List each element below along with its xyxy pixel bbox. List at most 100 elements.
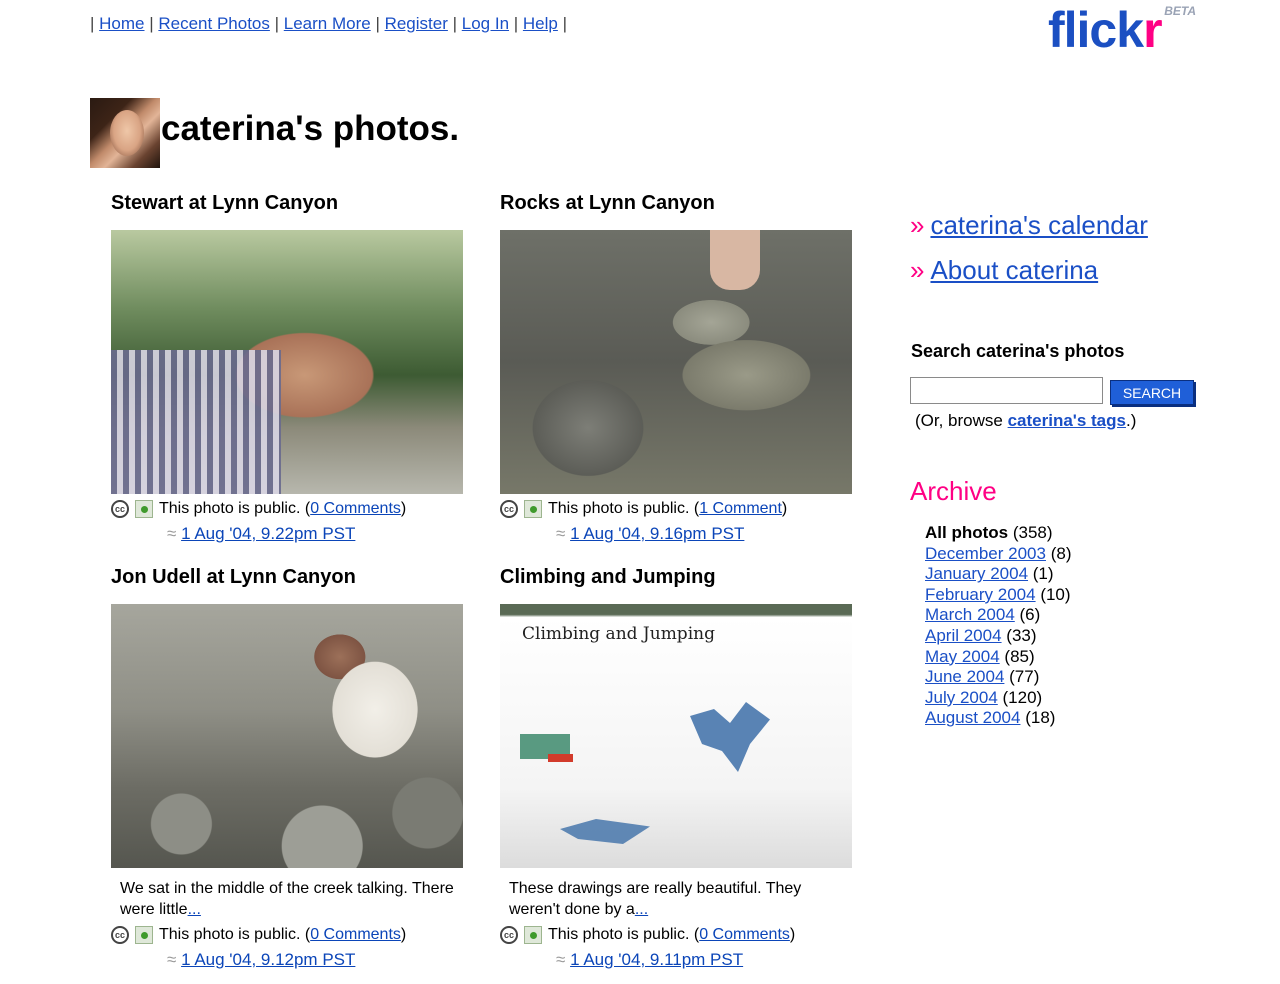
photo-meta: cc This photo is public. (0 Comments) (111, 926, 463, 944)
archive-month-link[interactable]: July 2004 (925, 688, 998, 707)
photo-card: Jon Udell at Lynn Canyon We sat in the m… (111, 566, 463, 970)
photo-title: Jon Udell at Lynn Canyon (111, 566, 356, 588)
nav-separator: | (513, 14, 523, 33)
nav-login-link[interactable]: Log In (462, 14, 509, 33)
sidebar-links: » caterina's calendar » About caterina (910, 203, 1148, 293)
creative-commons-icon: cc (111, 926, 129, 944)
comments-link[interactable]: 0 Comments (699, 926, 790, 943)
search-input[interactable] (910, 377, 1103, 404)
photo-card: Stewart at Lynn Canyon cc This photo is … (111, 192, 463, 544)
privacy-text: This photo is public. ( (159, 500, 311, 517)
read-more-link[interactable]: ... (635, 901, 648, 918)
nav-separator: | (562, 14, 568, 33)
archive-month-link[interactable]: April 2004 (925, 626, 1002, 645)
privacy-text: This photo is public. ( (548, 926, 700, 943)
read-more-link[interactable]: ... (188, 901, 201, 918)
flickr-logo[interactable]: flickr BETA (1048, 2, 1198, 58)
about-link[interactable]: About caterina (930, 255, 1098, 285)
search-button[interactable]: SEARCH (1110, 380, 1194, 405)
public-icon (524, 926, 542, 944)
wave-icon: ≈ (556, 524, 566, 543)
photo-meta: cc This photo is public. (0 Comments) (111, 500, 463, 518)
photo-image[interactable] (500, 230, 852, 494)
archive-month-link[interactable]: January 2004 (925, 564, 1028, 583)
archive-month-link[interactable]: June 2004 (925, 667, 1004, 686)
archive-item: December 2003 (8) (925, 543, 1072, 563)
page-title: caterina's photos. (161, 109, 460, 148)
public-icon (524, 500, 542, 518)
nav-separator: | (452, 14, 462, 33)
date-link[interactable]: 1 Aug '04, 9.16pm PST (570, 524, 744, 543)
beta-badge: BETA (1164, 4, 1196, 18)
archive-item: All photos (358) (925, 523, 1053, 542)
archive-month-link[interactable]: May 2004 (925, 647, 1000, 666)
nav-separator: | (274, 14, 284, 33)
search-label: Search caterina's photos (911, 341, 1125, 361)
archive-item: May 2004 (85) (925, 646, 1035, 666)
nav-separator: | (375, 14, 385, 33)
archive-item: June 2004 (77) (925, 667, 1040, 687)
photo-image[interactable] (111, 230, 463, 494)
photo-title: Rocks at Lynn Canyon (500, 192, 715, 214)
photo-date: ≈ 1 Aug '04, 9.11pm PST (500, 950, 852, 970)
privacy-text: This photo is public. ( (548, 500, 700, 517)
calendar-link[interactable]: caterina's calendar (930, 210, 1147, 240)
photo-date: ≈ 1 Aug '04, 9.16pm PST (500, 524, 852, 544)
comments-link[interactable]: 0 Comments (310, 500, 401, 517)
nav-separator: | (90, 14, 100, 33)
creative-commons-icon: cc (500, 926, 518, 944)
public-icon (135, 500, 153, 518)
archive-all-label: All photos (925, 523, 1009, 542)
nav-help-link[interactable]: Help (523, 14, 558, 33)
creative-commons-icon: cc (500, 500, 518, 518)
archive-item: August 2004 (18) (925, 708, 1056, 728)
comments-link[interactable]: 1 Comment (699, 500, 782, 517)
privacy-text: This photo is public. ( (159, 926, 311, 943)
wave-icon: ≈ (167, 524, 177, 543)
comments-link[interactable]: 0 Comments (310, 926, 401, 943)
date-link[interactable]: 1 Aug '04, 9.22pm PST (181, 524, 355, 543)
browse-tags: (Or, browse caterina's tags.) (915, 411, 1137, 430)
photo-title: Climbing and Jumping (500, 566, 716, 588)
date-link[interactable]: 1 Aug '04, 9.11pm PST (570, 950, 743, 969)
archive-item: July 2004 (120) (925, 687, 1043, 707)
archive-item: April 2004 (33) (925, 625, 1037, 645)
sign-text: Climbing and Jumping (522, 624, 715, 644)
archive-month-link[interactable]: February 2004 (925, 585, 1036, 604)
avatar[interactable] (90, 98, 160, 168)
photo-meta: cc This photo is public. (0 Comments) (500, 926, 852, 944)
photo-title: Stewart at Lynn Canyon (111, 192, 339, 214)
wave-icon: ≈ (167, 950, 177, 969)
nav-register-link[interactable]: Register (385, 14, 448, 33)
photo-card: Rocks at Lynn Canyon cc This photo is pu… (500, 192, 852, 544)
creative-commons-icon: cc (111, 500, 129, 518)
top-nav: | Home | Recent Photos | Learn More | Re… (90, 14, 567, 34)
archive-heading: Archive (910, 476, 997, 506)
photo-image[interactable] (111, 604, 463, 868)
archive-month-link[interactable]: December 2003 (925, 544, 1046, 563)
photo-description: These drawings are really beautiful. The… (509, 880, 802, 918)
logo-text-accent: r (1143, 2, 1162, 58)
archive-month-link[interactable]: March 2004 (925, 605, 1015, 624)
nav-separator: | (149, 14, 159, 33)
photo-card: Climbing and Jumping Climbing and Jumpin… (500, 566, 852, 970)
archive-item: March 2004 (6) (925, 605, 1041, 625)
date-link[interactable]: 1 Aug '04, 9.12pm PST (181, 950, 355, 969)
archive-list: All photos (358) December 2003 (8) Janua… (925, 523, 1071, 729)
photo-date: ≈ 1 Aug '04, 9.22pm PST (111, 524, 463, 544)
nav-home-link[interactable]: Home (99, 14, 144, 33)
nav-learn-more-link[interactable]: Learn More (284, 14, 371, 33)
public-icon (135, 926, 153, 944)
photo-meta: cc This photo is public. (1 Comment) (500, 500, 852, 518)
tags-link[interactable]: caterina's tags (1008, 411, 1126, 430)
photo-date: ≈ 1 Aug '04, 9.12pm PST (111, 950, 463, 970)
photo-image[interactable]: Climbing and Jumping (500, 604, 852, 868)
raquo-icon: » (910, 255, 925, 285)
archive-item: January 2004 (1) (925, 564, 1054, 584)
logo-text: flick (1048, 2, 1144, 58)
raquo-icon: » (910, 210, 925, 240)
photo-description: We sat in the middle of the creek talkin… (120, 880, 454, 918)
archive-item: February 2004 (10) (925, 584, 1071, 604)
archive-month-link[interactable]: August 2004 (925, 708, 1020, 727)
nav-recent-photos-link[interactable]: Recent Photos (158, 14, 270, 33)
